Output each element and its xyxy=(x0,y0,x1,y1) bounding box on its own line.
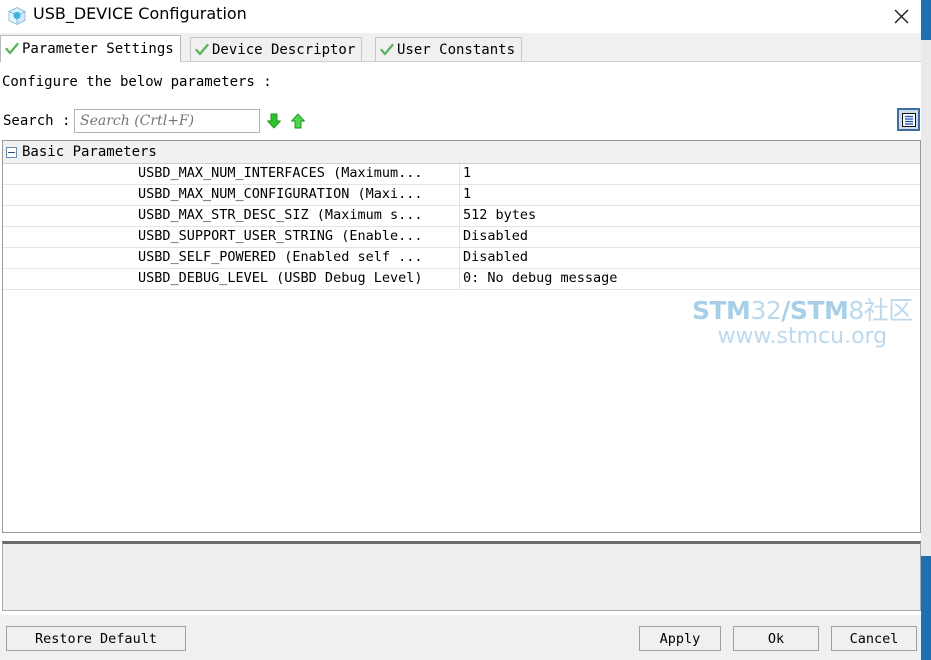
parameter-value[interactable]: Disabled xyxy=(463,228,528,244)
column-divider xyxy=(459,227,460,247)
restore-default-button[interactable]: Restore Default xyxy=(6,626,186,651)
parameter-value[interactable]: 1 xyxy=(463,186,471,202)
parameter-name: USBD_SELF_POWERED (Enabled self ... xyxy=(138,249,423,265)
green-check-icon xyxy=(380,43,394,57)
list-view-icon[interactable] xyxy=(897,108,920,131)
column-divider xyxy=(459,248,460,268)
table-row[interactable]: USBD_SUPPORT_USER_STRING (Enable... Disa… xyxy=(3,227,920,248)
tab-label: Parameter Settings xyxy=(22,41,174,57)
parameter-value[interactable]: Disabled xyxy=(463,249,528,265)
parameter-table: Basic Parameters USBD_MAX_NUM_INTERFACES… xyxy=(2,140,921,533)
tab-device-descriptor[interactable]: Device Descriptor xyxy=(190,37,363,61)
table-group-header[interactable]: Basic Parameters xyxy=(3,141,920,164)
group-label: Basic Parameters xyxy=(22,144,157,160)
tab-bar: Parameter Settings Device Descriptor Use… xyxy=(0,33,931,62)
table-row[interactable]: USBD_SELF_POWERED (Enabled self ... Disa… xyxy=(3,248,920,269)
green-check-icon xyxy=(195,43,209,57)
search-input[interactable] xyxy=(74,109,260,133)
parameter-name: USBD_MAX_NUM_INTERFACES (Maximum... xyxy=(138,165,423,181)
search-label: Search : xyxy=(3,113,71,129)
column-divider xyxy=(459,185,460,205)
window-title: USB_DEVICE Configuration xyxy=(33,4,247,23)
parameter-value[interactable]: 0: No debug message xyxy=(463,270,617,286)
outer-scrollbar[interactable] xyxy=(921,0,931,660)
search-row: Search : xyxy=(0,108,931,138)
tab-user-constants[interactable]: User Constants xyxy=(375,37,523,61)
outer-scrollbar-thumb-bottom[interactable] xyxy=(921,556,931,660)
collapse-minus-icon[interactable] xyxy=(6,146,17,158)
close-icon[interactable] xyxy=(879,2,923,30)
arrow-down-icon[interactable] xyxy=(265,112,283,130)
column-divider xyxy=(459,164,460,184)
parameter-name: USBD_MAX_NUM_CONFIGURATION (Maxi... xyxy=(138,186,423,202)
parameter-name: USBD_DEBUG_LEVEL (USBD Debug Level) xyxy=(138,270,423,286)
parameter-name: USBD_SUPPORT_USER_STRING (Enable... xyxy=(138,228,423,244)
title-bar: USB_DEVICE Configuration xyxy=(0,0,931,34)
ok-button[interactable]: Ok xyxy=(733,626,819,651)
cube-icon xyxy=(7,6,27,26)
parameter-value[interactable]: 512 bytes xyxy=(463,207,536,223)
tab-label: Device Descriptor xyxy=(212,41,356,58)
table-row[interactable]: USBD_DEBUG_LEVEL (USBD Debug Level) 0: N… xyxy=(3,269,920,290)
green-check-icon xyxy=(5,42,19,56)
cancel-button[interactable]: Cancel xyxy=(831,626,917,651)
footer-bar: Restore Default Apply Ok Cancel xyxy=(0,615,931,660)
tab-parameter-settings[interactable]: Parameter Settings xyxy=(0,35,181,62)
arrow-up-icon[interactable] xyxy=(289,112,307,130)
parameter-value[interactable]: 1 xyxy=(463,165,471,181)
parameter-name: USBD_MAX_STR_DESC_SIZ (Maximum s... xyxy=(138,207,423,223)
table-row[interactable]: USBD_MAX_NUM_INTERFACES (Maximum... 1 xyxy=(3,164,920,185)
apply-button[interactable]: Apply xyxy=(639,626,721,651)
tab-label: User Constants xyxy=(397,41,516,58)
table-row[interactable]: USBD_MAX_STR_DESC_SIZ (Maximum s... 512 … xyxy=(3,206,920,227)
description-panel xyxy=(2,541,921,611)
table-row[interactable]: USBD_MAX_NUM_CONFIGURATION (Maxi... 1 xyxy=(3,185,920,206)
outer-scrollbar-thumb-top[interactable] xyxy=(921,0,931,40)
column-divider xyxy=(459,269,460,289)
column-divider xyxy=(459,206,460,226)
configure-hint-label: Configure the below parameters : xyxy=(2,74,272,90)
